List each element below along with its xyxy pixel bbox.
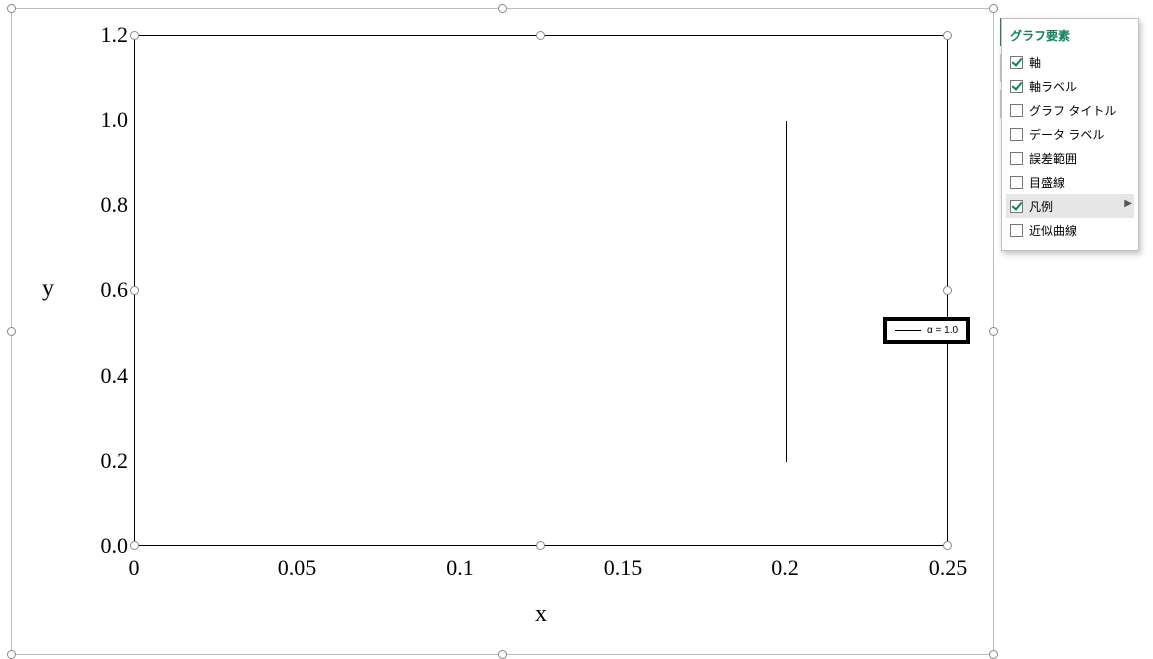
- y-tick-label: 0.6: [68, 277, 128, 303]
- legend[interactable]: α = 1.0: [883, 317, 970, 344]
- data-series-line[interactable]: [786, 121, 787, 462]
- plot-selection-handle[interactable]: [130, 541, 139, 550]
- y-tick-label: 0.8: [68, 192, 128, 218]
- selection-handle[interactable]: [989, 650, 998, 659]
- y-axis-label[interactable]: y: [42, 276, 54, 303]
- flyout-item-label: グラフ タイトル: [1029, 102, 1116, 119]
- flyout-item-gridlines[interactable]: 目盛線: [1006, 170, 1134, 194]
- selection-handle[interactable]: [7, 4, 16, 13]
- flyout-checkbox-data-labels[interactable]: [1010, 128, 1023, 141]
- selection-handle[interactable]: [498, 4, 507, 13]
- chart-object[interactable]: 0.0 0.2 0.4 0.6 0.8 1.0 1.2 0 0.05 0.1 0…: [11, 8, 994, 655]
- y-tick-label: 0.4: [68, 363, 128, 389]
- selection-handle[interactable]: [989, 4, 998, 13]
- flyout-item-legend[interactable]: 凡例 ▶: [1006, 194, 1134, 218]
- x-tick-label: 0.05: [257, 555, 337, 581]
- flyout-checkbox-trendline[interactable]: [1010, 224, 1023, 237]
- flyout-checkbox-gridlines[interactable]: [1010, 176, 1023, 189]
- flyout-item-label: 誤差範囲: [1029, 150, 1077, 167]
- x-axis-label[interactable]: x: [535, 601, 547, 628]
- flyout-checkbox-chart-title[interactable]: [1010, 104, 1023, 117]
- flyout-checkbox-error-bars[interactable]: [1010, 152, 1023, 165]
- plot-selection-handle[interactable]: [130, 31, 139, 40]
- plot-selection-handle[interactable]: [536, 541, 545, 550]
- legend-line-sample: [895, 330, 921, 331]
- flyout-item-chart-title[interactable]: グラフ タイトル: [1006, 98, 1134, 122]
- selection-handle[interactable]: [498, 650, 507, 659]
- legend-item-label: α = 1.0: [927, 325, 958, 336]
- plot-selection-handle[interactable]: [536, 31, 545, 40]
- flyout-item-label: データ ラベル: [1029, 126, 1104, 143]
- selection-handle[interactable]: [7, 327, 16, 336]
- selection-handle[interactable]: [989, 327, 998, 336]
- y-tick-label: 0.2: [68, 448, 128, 474]
- flyout-item-trendline[interactable]: 近似曲線: [1006, 218, 1134, 242]
- flyout-item-label: 凡例: [1029, 198, 1053, 215]
- flyout-title: グラフ要素: [1006, 25, 1134, 50]
- flyout-item-label: 軸: [1029, 54, 1041, 71]
- chart-elements-flyout[interactable]: グラフ要素 軸 軸ラベル グラフ タイトル データ ラベル 誤差範囲 目盛線 凡…: [1001, 18, 1139, 251]
- flyout-checkbox-axis-titles[interactable]: [1010, 80, 1023, 93]
- flyout-item-label: 軸ラベル: [1029, 78, 1077, 95]
- flyout-checkbox-legend[interactable]: [1010, 200, 1023, 213]
- y-tick-label: 1.2: [68, 22, 128, 48]
- flyout-item-axis-titles[interactable]: 軸ラベル: [1006, 74, 1134, 98]
- x-tick-label: 0.2: [745, 555, 825, 581]
- flyout-checkbox-axes[interactable]: [1010, 56, 1023, 69]
- plot-selection-handle[interactable]: [943, 286, 952, 295]
- y-tick-label: 1.0: [68, 107, 128, 133]
- flyout-item-axes[interactable]: 軸: [1006, 50, 1134, 74]
- x-tick-label: 0.1: [420, 555, 500, 581]
- x-tick-label: 0.15: [583, 555, 663, 581]
- flyout-item-data-labels[interactable]: データ ラベル: [1006, 122, 1134, 146]
- flyout-item-label: 近似曲線: [1029, 222, 1077, 239]
- flyout-item-error-bars[interactable]: 誤差範囲: [1006, 146, 1134, 170]
- plot-selection-handle[interactable]: [943, 31, 952, 40]
- plot-selection-handle[interactable]: [943, 541, 952, 550]
- chevron-right-icon[interactable]: ▶: [1124, 198, 1132, 209]
- plot-area[interactable]: [134, 35, 948, 546]
- selection-handle[interactable]: [7, 650, 16, 659]
- plot-selection-handle[interactable]: [130, 286, 139, 295]
- x-tick-label: 0.25: [908, 555, 988, 581]
- x-tick-label: 0: [94, 555, 174, 581]
- flyout-item-label: 目盛線: [1029, 174, 1065, 191]
